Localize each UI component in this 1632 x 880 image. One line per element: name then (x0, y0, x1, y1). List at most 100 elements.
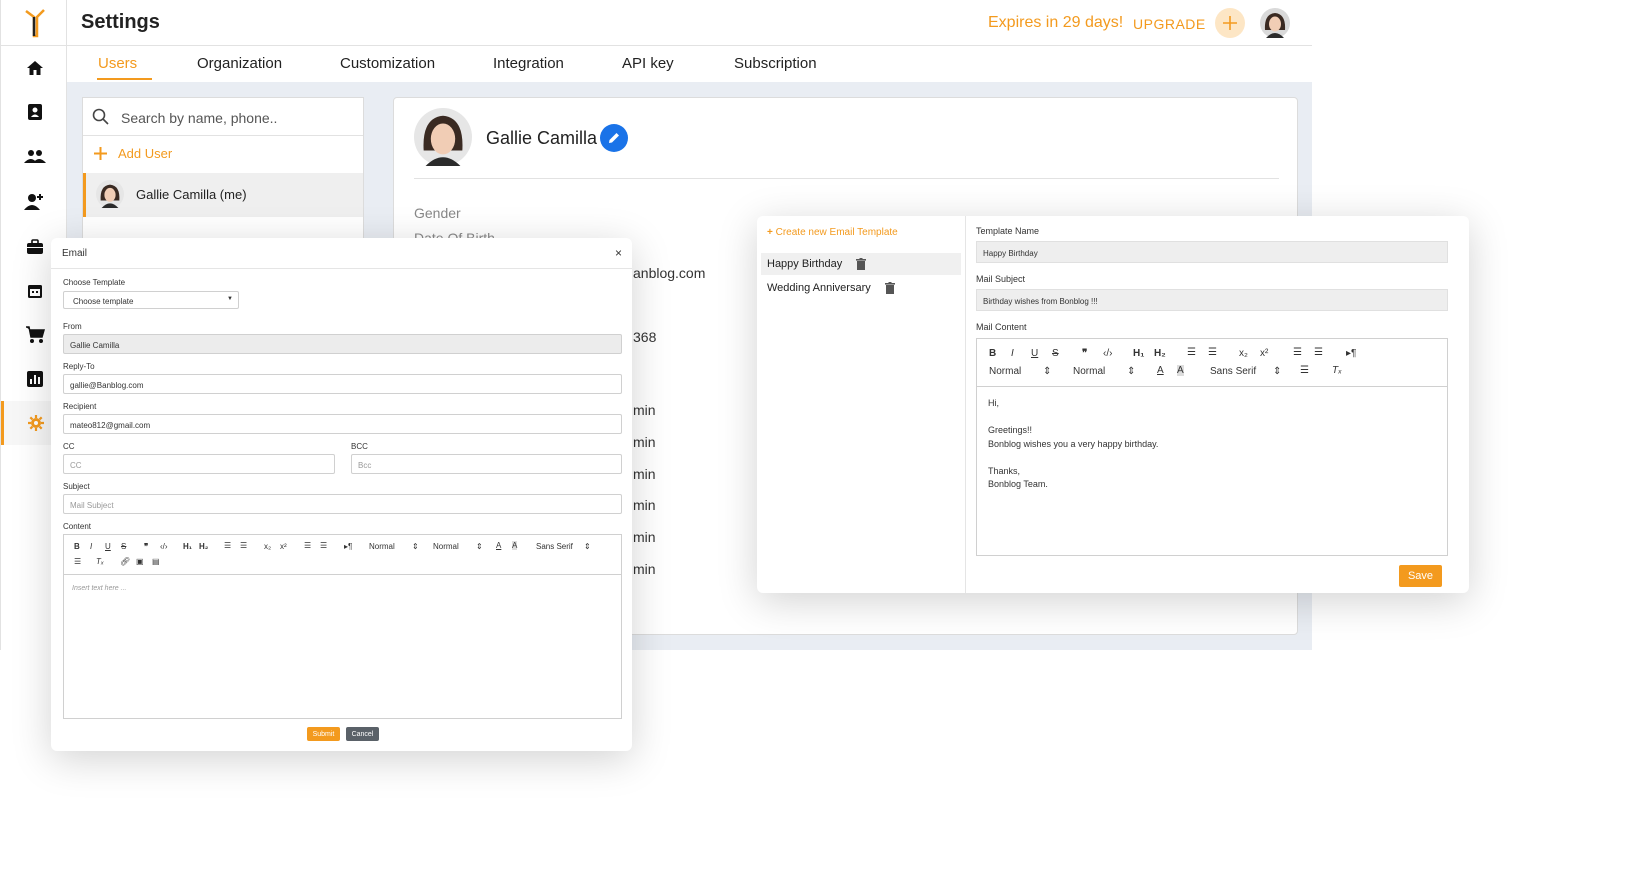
user-name: Gallie Camilla (me) (136, 187, 247, 202)
align-icon[interactable]: ☰ (1300, 365, 1309, 376)
underline-icon[interactable]: U (105, 542, 111, 551)
font-size-select[interactable]: Normal (1073, 366, 1105, 377)
outdent-icon[interactable]: ☰ (1293, 347, 1302, 358)
edit-profile-button[interactable] (600, 124, 628, 152)
user-avatar (96, 180, 124, 208)
cc-label: CC (63, 442, 75, 451)
dropdown-arrow-icon: ⇕ (1043, 366, 1052, 377)
template-item-label: Happy Birthday (767, 258, 843, 270)
bold-icon[interactable]: B (989, 348, 996, 359)
dropdown-arrow-icon: ⇕ (476, 542, 483, 551)
template-name-field[interactable]: Happy Birthday (976, 241, 1448, 263)
clear-format-icon[interactable]: Tₓ (96, 557, 104, 566)
users-icon[interactable] (1, 134, 68, 178)
add-icon[interactable] (1215, 8, 1245, 38)
tab-api-key[interactable]: API key (622, 55, 674, 72)
pencil-icon (609, 133, 619, 143)
h2-icon[interactable]: H₂ (199, 542, 208, 551)
search-input[interactable]: Search by name, phone.. (121, 110, 277, 126)
content-label: Content (63, 522, 92, 531)
recipient-label: Recipient (63, 402, 97, 411)
tab-organization[interactable]: Organization (197, 55, 282, 72)
time-value-fragment: min (633, 497, 656, 513)
subscript-icon[interactable]: x₂ (264, 542, 271, 551)
font-family-select[interactable]: Sans Serif (1210, 366, 1256, 377)
code-icon[interactable]: ‹/› (160, 542, 168, 551)
user-list-item[interactable]: Gallie Camilla (me) (83, 173, 363, 217)
underline-icon[interactable]: U (1031, 348, 1038, 359)
tab-customization[interactable]: Customization (340, 55, 435, 72)
template-item[interactable]: Wedding Anniversary (761, 277, 961, 299)
bullet-list-icon[interactable]: ☰ (240, 541, 247, 550)
text-direction-icon[interactable]: ▸¶ (1346, 348, 1356, 359)
close-icon[interactable]: × (615, 246, 622, 260)
text-direction-icon[interactable]: ▸¶ (344, 542, 352, 551)
header-size-select[interactable]: Normal (989, 366, 1021, 377)
code-icon[interactable]: ‹/› (1103, 348, 1112, 359)
reply-to-field[interactable]: gallie@Banblog.com (63, 374, 622, 394)
upgrade-link[interactable]: UPGRADE (1133, 16, 1206, 32)
cc-field[interactable]: CC (63, 454, 335, 474)
font-color-icon[interactable]: A (1157, 365, 1164, 376)
highlight-icon[interactable]: A (512, 541, 518, 550)
submit-button[interactable]: Submit (307, 727, 340, 741)
contacts-icon[interactable] (1, 90, 68, 134)
outdent-icon[interactable]: ☰ (304, 541, 311, 550)
align-icon[interactable]: ☰ (74, 557, 81, 566)
strike-icon[interactable]: S (121, 542, 126, 551)
choose-template-label: Choose Template (63, 278, 126, 287)
font-color-icon[interactable]: A (496, 541, 501, 550)
avatar[interactable] (1260, 8, 1290, 38)
video-icon[interactable]: ▤ (152, 557, 160, 566)
header-size-select[interactable]: Normal (369, 542, 395, 551)
user-search[interactable]: Search by name, phone.. (83, 98, 363, 136)
content-editor[interactable]: B I U S ❞ ‹/› H₁ H₂ ☰ ☰ x₂ x² ☰ ☰ ▸¶ Nor… (63, 534, 622, 719)
tab-integration[interactable]: Integration (493, 55, 564, 72)
superscript-icon[interactable]: x² (1260, 348, 1268, 359)
quote-icon[interactable]: ❞ (144, 542, 148, 551)
trash-icon[interactable] (885, 282, 895, 294)
mail-content-body: Hi, Greetings!! Bonblog wishes you a ver… (988, 397, 1158, 492)
create-template-link[interactable]: + Create new Email Template (767, 227, 898, 238)
indent-icon[interactable]: ☰ (320, 541, 327, 550)
tab-users[interactable]: Users (98, 55, 137, 72)
h1-icon[interactable]: H₁ (183, 542, 192, 551)
dropdown-arrow-icon: ⇕ (412, 542, 419, 551)
trash-icon[interactable] (856, 258, 866, 270)
quote-icon[interactable]: ❞ (1082, 348, 1087, 359)
h1-icon[interactable]: H₁ (1133, 348, 1144, 359)
tab-subscription[interactable]: Subscription (734, 55, 817, 72)
ordered-list-icon[interactable]: ☰ (1187, 347, 1196, 358)
h2-icon[interactable]: H₂ (1154, 348, 1166, 359)
italic-icon[interactable]: I (90, 542, 92, 551)
highlight-icon[interactable]: A (1177, 365, 1184, 376)
image-icon[interactable]: ▣ (136, 557, 144, 566)
template-item[interactable]: Happy Birthday (761, 253, 961, 275)
cancel-button[interactable]: Cancel (346, 727, 379, 741)
subscript-icon[interactable]: x₂ (1239, 348, 1248, 359)
app-logo[interactable] (1, 0, 68, 46)
home-icon[interactable] (1, 46, 68, 90)
from-field[interactable]: Gallie Camilla (63, 334, 622, 354)
template-select[interactable]: Choose template ▼ (63, 291, 239, 309)
font-size-select[interactable]: Normal (433, 542, 459, 551)
font-family-select[interactable]: Sans Serif (536, 542, 573, 551)
indent-icon[interactable]: ☰ (1314, 347, 1323, 358)
subject-field[interactable]: Mail Subject (63, 494, 622, 514)
ordered-list-icon[interactable]: ☰ (224, 541, 231, 550)
bullet-list-icon[interactable]: ☰ (1208, 347, 1217, 358)
mail-content-editor[interactable]: B I U S ❞ ‹/› H₁ H₂ ☰ ☰ x₂ x² ☰ ☰ ▸¶ Nor… (976, 338, 1448, 556)
italic-icon[interactable]: I (1011, 348, 1014, 359)
add-user-button[interactable]: Add User (93, 146, 172, 161)
superscript-icon[interactable]: x² (280, 542, 287, 551)
save-button[interactable]: Save (1399, 565, 1442, 587)
bcc-field[interactable]: Bcc (351, 454, 622, 474)
reply-to-label: Reply-To (63, 362, 95, 371)
bold-icon[interactable]: B (74, 542, 80, 551)
recipient-field[interactable]: mateo812@gmail.com (63, 414, 622, 434)
add-user-icon[interactable] (1, 179, 68, 223)
clear-format-icon[interactable]: Tₓ (1332, 365, 1342, 376)
link-icon[interactable]: 🔗︎ (120, 557, 130, 566)
strike-icon[interactable]: S (1052, 348, 1059, 359)
mail-subject-field[interactable]: Birthday wishes from Bonblog !!! (976, 289, 1448, 311)
